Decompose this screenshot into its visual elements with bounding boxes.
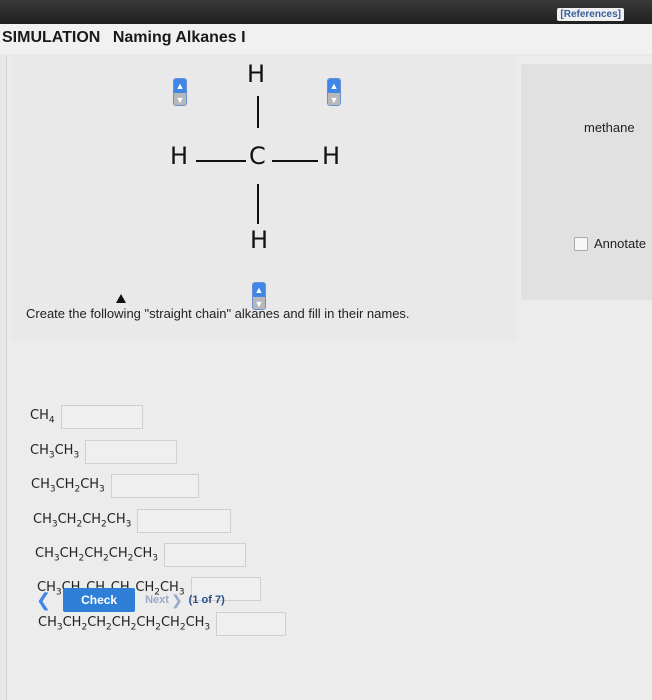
alkane-name-input[interactable] (163, 543, 246, 567)
formula-row: CH3CH2CH2CH3 (33, 509, 232, 533)
alkane-name-input[interactable] (137, 509, 232, 533)
formula-label: CH3CH2CH2CH2CH2CH2CH3 (38, 615, 211, 633)
name-panel (521, 64, 652, 300)
bond-left (196, 160, 246, 162)
spinner-left[interactable]: ▲ ▼ (173, 78, 187, 106)
chevron-right-icon[interactable]: ❯ (171, 592, 183, 609)
arrow-down-icon[interactable]: ▼ (174, 93, 186, 105)
references-link[interactable]: [References] (557, 8, 624, 21)
formula-label: CH3CH2CH2CH2CH3 (35, 546, 158, 564)
assignment-title: Naming Alkanes I (112, 29, 246, 46)
annotate-checkbox[interactable] (574, 236, 588, 251)
bond-top (257, 96, 259, 128)
atom-bottom-h[interactable]: H (250, 226, 268, 254)
instructions-text: Create the following "straight chain" al… (26, 306, 410, 321)
arrow-up-icon[interactable]: ▲ (253, 283, 265, 297)
annotate-toggle[interactable]: Annotate (574, 236, 646, 251)
page-title: SIMULATION Naming Alkanes I (2, 29, 246, 47)
page-counter: (1 of 7) (188, 594, 225, 606)
atom-right-h[interactable]: H (322, 142, 340, 170)
formula-label: CH3CH2CH3 (31, 477, 105, 495)
next-button[interactable]: Next (145, 594, 169, 606)
arrow-up-icon[interactable]: ▲ (174, 79, 186, 93)
atom-left-h[interactable]: H (170, 142, 188, 170)
formula-label: CH4 (30, 408, 55, 426)
bond-bottom (257, 184, 259, 224)
atom-center-c[interactable]: C (249, 142, 266, 170)
alkane-name-input[interactable] (85, 440, 178, 464)
mouse-cursor-icon (116, 294, 126, 303)
page-header: SIMULATION Naming Alkanes I (0, 24, 652, 54)
alkane-name-input[interactable] (110, 474, 199, 498)
annotate-label: Annotate (594, 236, 647, 251)
spinner-right[interactable]: ▲ ▼ (327, 78, 341, 106)
bond-right (272, 160, 318, 162)
atom-top-h[interactable]: H (247, 60, 265, 88)
formula-label: CH3CH2CH2CH3 (33, 512, 132, 530)
formula-row: CH3CH2CH2CH2CH2CH2CH3 (38, 612, 287, 636)
formula-row: CH3CH2CH2CH2CH3 (35, 543, 246, 567)
formula-row: CH3CH2CH3 (31, 474, 199, 498)
formula-label: CH3CH3 (30, 443, 80, 461)
alkane-name-input[interactable] (60, 405, 143, 429)
chevron-left-icon[interactable]: ❮ (36, 590, 51, 611)
arrow-down-icon[interactable]: ▼ (328, 93, 340, 105)
check-button[interactable]: Check (63, 588, 136, 612)
simulation-label: SIMULATION (2, 29, 101, 46)
formula-row: CH3CH3 (30, 440, 178, 464)
footer-controls: ❮ Check Next ❯ (1 of 7) (36, 588, 225, 612)
molecule-name: methane (584, 120, 635, 135)
top-bar: [References] (0, 0, 652, 24)
arrow-up-icon[interactable]: ▲ (328, 79, 340, 93)
formula-row: CH4 (30, 405, 143, 429)
alkane-name-input[interactable] (216, 612, 287, 636)
